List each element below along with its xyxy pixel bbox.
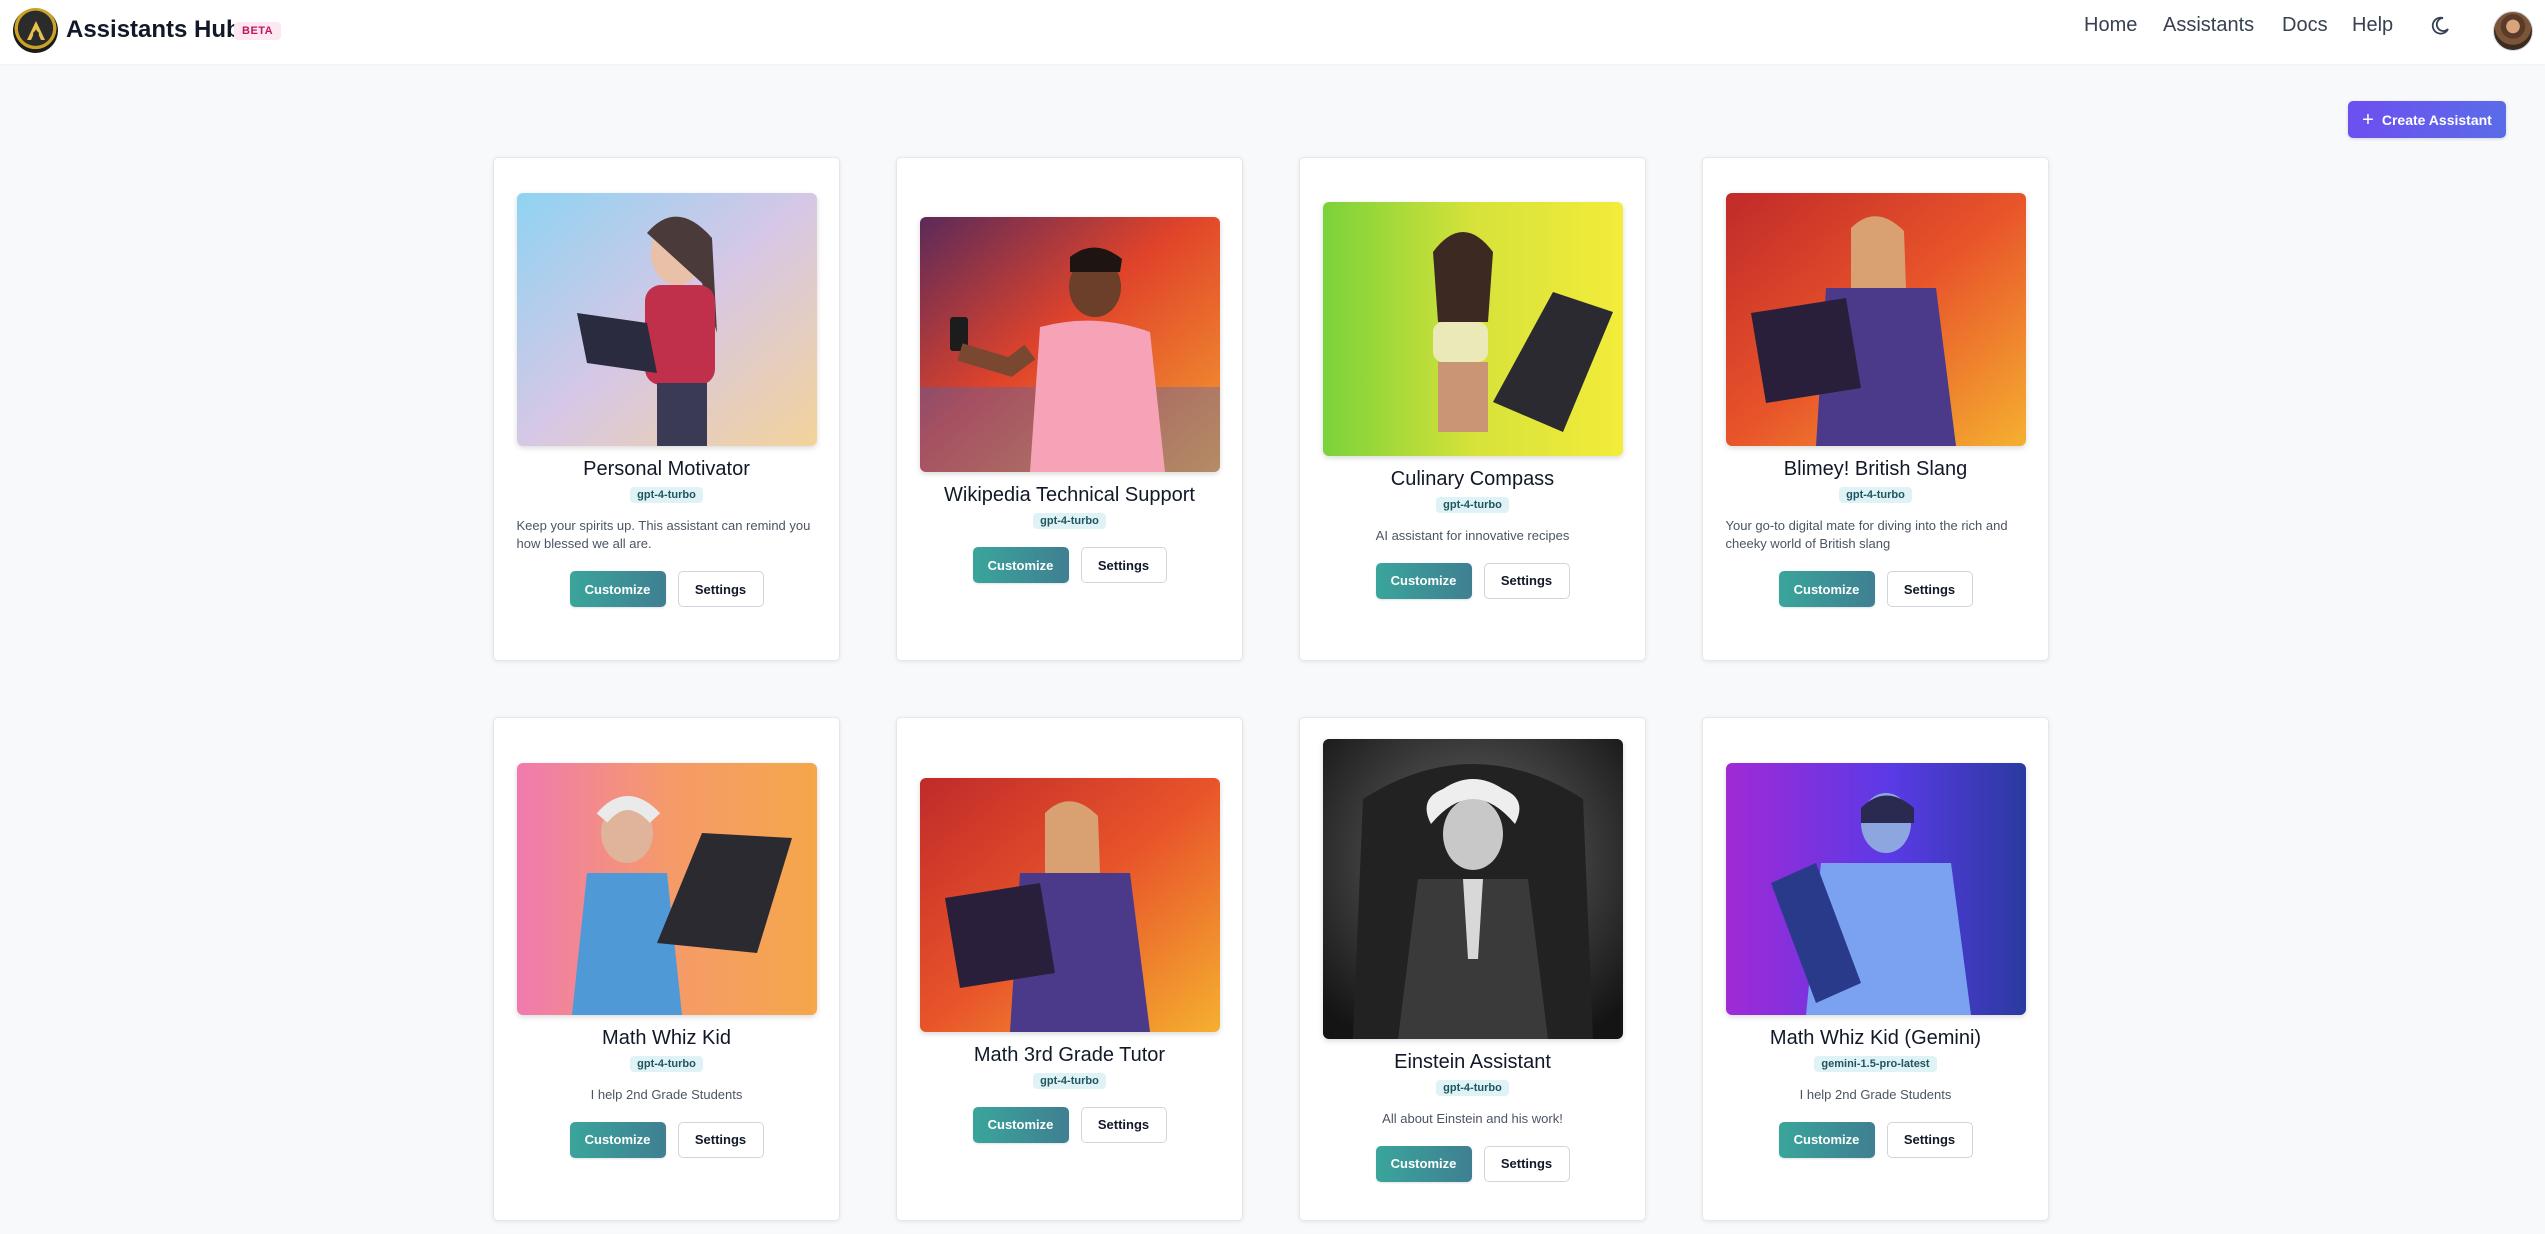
- customize-button[interactable]: Customize: [972, 547, 1069, 583]
- model-badge: gpt-4-turbo: [630, 487, 703, 503]
- assistant-description: AI assistant for innovative recipes: [1375, 527, 1570, 543]
- settings-button[interactable]: Settings: [1483, 1145, 1570, 1182]
- settings-button[interactable]: Settings: [1080, 1106, 1167, 1143]
- nav-help-link[interactable]: Help: [2352, 14, 2393, 37]
- settings-button[interactable]: Settings: [677, 571, 764, 607]
- assistant-card: Blimey! British Slang gpt-4-turbo Your g…: [1702, 157, 2049, 661]
- settings-button[interactable]: Settings: [1886, 571, 1973, 607]
- assistant-image: [919, 217, 1220, 472]
- assistant-card: Culinary Compass gpt-4-turbo AI assistan…: [1299, 157, 1646, 661]
- assistant-title: Einstein Assistant: [1394, 1050, 1551, 1073]
- assistant-description: All about Einstein and his work!: [1382, 1110, 1563, 1126]
- model-badge: gpt-4-turbo: [1033, 513, 1106, 529]
- assistant-card: Math 3rd Grade Tutor gpt-4-turbo Customi…: [896, 717, 1243, 1221]
- customize-button[interactable]: Customize: [569, 571, 666, 607]
- model-badge: gpt-4-turbo: [1436, 1079, 1509, 1096]
- settings-button[interactable]: Settings: [1886, 1121, 1973, 1158]
- plus-icon: +: [2362, 108, 2374, 131]
- model-badge: gemini-1.5-pro-latest: [1814, 1055, 1937, 1072]
- assistant-image: [1725, 193, 2026, 446]
- assistant-image: [1322, 201, 1623, 456]
- assistant-title: Culinary Compass: [1390, 467, 1555, 490]
- nav-home-link[interactable]: Home: [2084, 14, 2137, 37]
- dark-mode-toggle-icon[interactable]: [2428, 14, 2452, 38]
- assistant-card: Einstein Assistant gpt-4-turbo All about…: [1299, 717, 1646, 1221]
- assistant-title: Math 3rd Grade Tutor: [973, 1043, 1166, 1066]
- settings-button[interactable]: Settings: [1080, 547, 1167, 583]
- brand-logo-icon[interactable]: [13, 8, 58, 53]
- assistant-description: Your go-to digital mate for diving into …: [1725, 518, 2008, 551]
- assistant-title: Math Whiz Kid: [602, 1026, 731, 1049]
- customize-button[interactable]: Customize: [1778, 1121, 1875, 1158]
- settings-button[interactable]: Settings: [1483, 562, 1570, 599]
- assistant-card: Wikipedia Technical Support gpt-4-turbo …: [896, 157, 1243, 661]
- customize-button[interactable]: Customize: [1375, 1145, 1472, 1182]
- customize-button[interactable]: Customize: [1778, 571, 1875, 607]
- beta-badge: BETA: [234, 22, 282, 40]
- assistant-title: Math Whiz Kid (Gemini): [1769, 1026, 1982, 1049]
- assistant-image: [516, 762, 817, 1015]
- user-avatar[interactable]: [2493, 11, 2533, 51]
- nav-assistants-link[interactable]: Assistants: [2163, 14, 2254, 37]
- assistant-description: I help 2nd Grade Students: [590, 1086, 743, 1102]
- model-badge: gpt-4-turbo: [1033, 1072, 1106, 1089]
- assistant-description: I help 2nd Grade Students: [1799, 1086, 1952, 1102]
- assistant-image: [516, 193, 817, 446]
- assistant-card: Math Whiz Kid (Gemini) gemini-1.5-pro-la…: [1702, 717, 2049, 1221]
- model-badge: gpt-4-turbo: [630, 1055, 703, 1072]
- assistant-title: Wikipedia Technical Support: [944, 484, 1195, 506]
- assistant-title: Blimey! British Slang: [1783, 458, 1968, 480]
- assistant-image: [1725, 762, 2026, 1015]
- assistant-card: Math Whiz Kid gpt-4-turbo I help 2nd Gra…: [493, 717, 840, 1221]
- model-badge: gpt-4-turbo: [1839, 487, 1912, 503]
- assistant-card: Personal Motivator gpt-4-turbo Keep your…: [493, 157, 840, 661]
- top-navbar: Assistants Hub BETA Home Assistants Docs…: [0, 0, 2545, 64]
- create-assistant-button[interactable]: + Create Assistant: [2348, 101, 2506, 138]
- create-assistant-label: Create Assistant: [2381, 111, 2492, 128]
- assistant-image: [919, 777, 1220, 1032]
- settings-button[interactable]: Settings: [677, 1121, 764, 1158]
- customize-button[interactable]: Customize: [1375, 562, 1472, 599]
- customize-button[interactable]: Customize: [569, 1121, 666, 1158]
- assistant-title: Personal Motivator: [583, 458, 750, 480]
- nav-docs-link[interactable]: Docs: [2282, 14, 2328, 37]
- assistant-image: [1322, 738, 1623, 1039]
- brand-name[interactable]: Assistants Hub: [66, 16, 241, 44]
- assistant-description: Keep your spirits up. This assistant can…: [516, 518, 811, 551]
- customize-button[interactable]: Customize: [972, 1106, 1069, 1143]
- model-badge: gpt-4-turbo: [1436, 496, 1509, 513]
